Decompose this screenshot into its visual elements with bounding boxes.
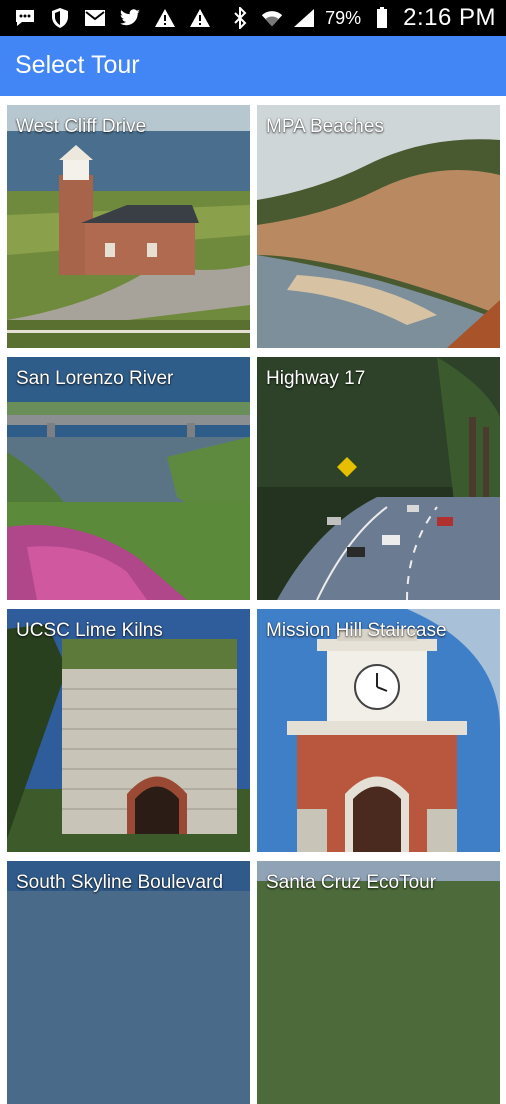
signal-icon: [293, 7, 315, 29]
battery-icon: [371, 7, 393, 29]
system-status: 79% 2:16 PM: [229, 0, 496, 36]
tour-photo-lighthouse: [7, 105, 250, 348]
page-title: Select Tour: [15, 51, 140, 79]
tour-card-mpa-beaches[interactable]: MPA Beaches: [257, 105, 500, 348]
tour-label: Highway 17: [266, 368, 366, 389]
tour-photo-beach-cliffs: [257, 105, 500, 348]
notification-icons: [14, 7, 211, 29]
tour-label: Mission Hill Staircase: [266, 620, 447, 641]
twitter-icon: [119, 7, 141, 29]
tour-photo-highway: [257, 357, 500, 600]
tour-photo-clock-tower: [257, 609, 500, 852]
messaging-icon: [14, 7, 36, 29]
warning-icon: [154, 7, 176, 29]
tour-label: Santa Cruz EcoTour: [266, 872, 437, 893]
tour-photo-ecotour: [257, 861, 500, 1104]
tour-photo-skyline: [7, 861, 250, 1104]
tour-card-south-skyline-boulevard[interactable]: South Skyline Boulevard: [7, 861, 250, 1104]
shield-icon: [49, 7, 71, 29]
tour-label: San Lorenzo River: [16, 368, 174, 389]
tour-photo-river-bridge: [7, 357, 250, 600]
tour-grid: West Cliff Drive MPA Beaches San Lorenzo…: [0, 96, 506, 1104]
bluetooth-icon: [229, 7, 251, 29]
app-bar: Select Tour: [0, 36, 506, 96]
tour-label: West Cliff Drive: [16, 116, 147, 137]
clock: 2:16 PM: [403, 4, 496, 31]
wifi-icon: [261, 7, 283, 29]
tour-card-san-lorenzo-river[interactable]: San Lorenzo River: [7, 357, 250, 600]
tour-card-santa-cruz-ecotour[interactable]: Santa Cruz EcoTour: [257, 861, 500, 1104]
tour-card-ucsc-lime-kilns[interactable]: UCSC Lime Kilns: [7, 609, 250, 852]
warning-icon: [189, 7, 211, 29]
tour-label: UCSC Lime Kilns: [16, 620, 163, 641]
tour-label: South Skyline Boulevard: [16, 872, 224, 893]
mail-icon: [84, 7, 106, 29]
tour-card-west-cliff-drive[interactable]: West Cliff Drive: [7, 105, 250, 348]
status-bar: 79% 2:16 PM: [0, 0, 506, 36]
battery-percent: 79%: [325, 7, 362, 28]
tour-card-mission-hill-staircase[interactable]: Mission Hill Staircase: [257, 609, 500, 852]
tour-photo-lime-kiln: [7, 609, 250, 852]
tour-label: MPA Beaches: [266, 116, 384, 137]
tour-card-highway-17[interactable]: Highway 17: [257, 357, 500, 600]
